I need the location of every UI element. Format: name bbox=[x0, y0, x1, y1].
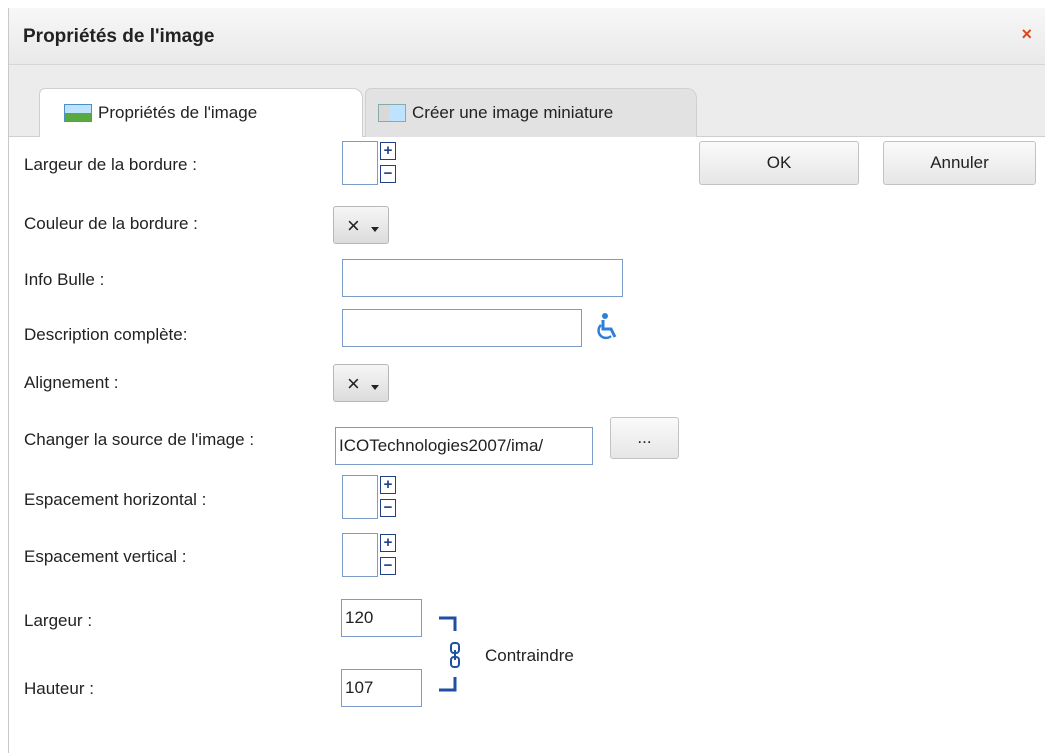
image-icon bbox=[64, 104, 92, 122]
no-alignment-icon: × bbox=[347, 371, 360, 396]
border-width-label: Largeur de la bordure : bbox=[24, 155, 197, 174]
ok-button[interactable]: OK bbox=[699, 141, 859, 185]
vspace-label: Espacement vertical : bbox=[24, 547, 187, 566]
long-description-input[interactable] bbox=[342, 309, 582, 347]
image-source-input[interactable] bbox=[335, 427, 593, 465]
hspace-decrement-button[interactable]: − bbox=[380, 499, 396, 517]
cancel-button[interactable]: Annuler bbox=[883, 141, 1036, 185]
tab-image-properties[interactable]: Propriétés de l'image bbox=[39, 88, 363, 137]
browse-button[interactable]: ... bbox=[610, 417, 679, 459]
alignment-dropdown[interactable]: × bbox=[333, 364, 389, 402]
tab-strip: Propriétés de l'image Créer une image mi… bbox=[9, 65, 1045, 137]
constrain-label: Contraindre bbox=[485, 646, 574, 665]
border-color-label: Couleur de la bordure : bbox=[24, 214, 198, 233]
tooltip-label: Info Bulle : bbox=[24, 270, 105, 289]
chevron-down-icon bbox=[371, 227, 379, 232]
thumbnail-icon bbox=[378, 104, 406, 122]
height-label: Hauteur : bbox=[24, 679, 94, 698]
vspace-input[interactable] bbox=[342, 533, 378, 577]
border-color-dropdown[interactable]: × bbox=[333, 206, 389, 244]
dialog-titlebar: Propriétés de l'image × bbox=[9, 8, 1045, 65]
image-properties-dialog: Propriétés de l'image × Propriétés de l'… bbox=[8, 8, 1045, 753]
border-width-decrement-button[interactable]: − bbox=[380, 165, 396, 183]
tooltip-input[interactable] bbox=[342, 259, 623, 297]
image-source-label: Changer la source de l'image : bbox=[24, 430, 255, 449]
hspace-increment-button[interactable]: + bbox=[380, 476, 396, 494]
no-color-icon: × bbox=[347, 213, 360, 238]
link-icon[interactable] bbox=[437, 613, 463, 695]
vspace-decrement-button[interactable]: − bbox=[380, 557, 396, 575]
dialog-title: Propriétés de l'image bbox=[23, 26, 215, 47]
close-icon[interactable]: × bbox=[1021, 24, 1032, 45]
width-label: Largeur : bbox=[24, 611, 93, 630]
long-description-label: Description complète: bbox=[24, 325, 188, 344]
border-width-input[interactable] bbox=[342, 141, 378, 185]
hspace-input[interactable] bbox=[342, 475, 378, 519]
width-input[interactable] bbox=[341, 599, 422, 637]
vspace-increment-button[interactable]: + bbox=[380, 534, 396, 552]
accessibility-icon[interactable] bbox=[595, 312, 619, 342]
chevron-down-icon bbox=[371, 385, 379, 390]
alignment-label: Alignement : bbox=[24, 373, 119, 392]
tab-create-thumbnail[interactable]: Créer une image miniature bbox=[365, 88, 697, 137]
tab-label: Créer une image miniature bbox=[412, 103, 614, 122]
border-width-increment-button[interactable]: + bbox=[380, 142, 396, 160]
height-input[interactable] bbox=[341, 669, 422, 707]
tab-label: Propriétés de l'image bbox=[98, 103, 258, 122]
hspace-label: Espacement horizontal : bbox=[24, 490, 207, 509]
